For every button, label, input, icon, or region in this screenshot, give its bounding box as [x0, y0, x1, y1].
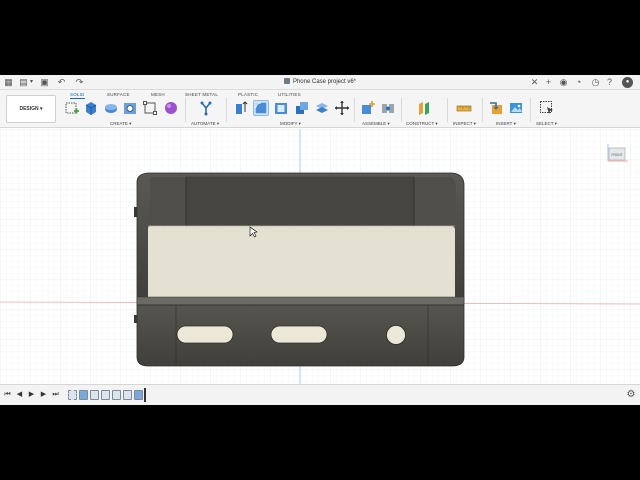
tab-sheet-metal[interactable]: SHEET METAL	[185, 92, 218, 97]
button-cutout	[176, 325, 234, 344]
hole-icon[interactable]	[122, 100, 138, 116]
group-select[interactable]: SELECT ▾	[536, 121, 557, 127]
timeline-feature[interactable]	[90, 390, 99, 400]
port-cutout	[386, 325, 406, 345]
group-modify[interactable]: MODIFY ▾	[280, 121, 301, 127]
close-icon[interactable]: ✕	[529, 77, 540, 88]
group-create[interactable]: CREATE ▾	[110, 121, 131, 127]
toolbar-divider	[530, 98, 531, 122]
insert-derive-icon[interactable]	[488, 100, 504, 116]
revolve-icon[interactable]	[103, 100, 119, 116]
toolbar-divider	[226, 98, 227, 122]
measure-icon[interactable]	[456, 100, 472, 116]
move-icon[interactable]	[334, 100, 350, 116]
group-inspect[interactable]: INSPECT ▾	[453, 121, 476, 127]
press-pull-icon[interactable]	[233, 100, 249, 116]
group-assemble[interactable]: ASSEMBLE ▾	[362, 121, 390, 127]
skip-start-icon[interactable]: ⏮	[3, 390, 12, 400]
tab-solid[interactable]: SOLID	[70, 92, 85, 99]
shell-icon[interactable]	[273, 100, 289, 116]
tab-plastic[interactable]: PLASTIC	[238, 92, 258, 97]
view-cube-icon[interactable]	[606, 141, 628, 163]
form-icon[interactable]	[163, 100, 179, 116]
group-construct[interactable]: CONSTRUCT ▾	[406, 121, 438, 127]
document-cube-icon	[283, 78, 290, 84]
offset-plane-icon[interactable]	[416, 100, 432, 116]
job-status-icon[interactable]: ◔	[573, 77, 584, 88]
skip-end-icon[interactable]: ⏭	[51, 390, 60, 400]
group-insert[interactable]: INSERT ▾	[496, 121, 516, 127]
extrude-icon[interactable]	[83, 100, 99, 116]
create-sketch-icon[interactable]	[64, 100, 80, 116]
tab-mesh[interactable]: MESH	[151, 92, 165, 97]
insert-canvas-icon[interactable]	[508, 100, 524, 116]
automate-icon[interactable]	[198, 100, 214, 116]
joint-icon[interactable]	[380, 100, 396, 116]
view-cube-face-label[interactable]: FRONT	[609, 153, 625, 157]
combine-icon[interactable]	[294, 100, 310, 116]
group-automate[interactable]: AUTOMATE ▾	[191, 121, 219, 127]
toolbar-divider	[401, 98, 402, 122]
phone-case-model[interactable]	[134, 172, 465, 367]
viewport-grid	[0, 129, 640, 384]
title-bar: ▦ ▤ ▾ ▣ ↶ ↷ Phone Case project v6* ✕ + ◉…	[0, 75, 640, 90]
gear-icon[interactable]: ⚙	[625, 389, 637, 401]
timeline-marker[interactable]	[144, 388, 146, 402]
offset-face-icon[interactable]	[314, 100, 330, 116]
timeline-feature[interactable]	[101, 390, 110, 400]
timeline-feature[interactable]	[68, 390, 77, 400]
add-tab-icon[interactable]: +	[543, 77, 554, 88]
notifications-icon[interactable]: ◷	[590, 77, 601, 88]
timeline-feature[interactable]	[123, 390, 132, 400]
toolbar-divider	[354, 98, 355, 122]
toolbar-divider	[185, 98, 186, 122]
new-component-icon[interactable]	[360, 100, 376, 116]
help-icon[interactable]: ?	[604, 77, 615, 88]
timeline-feature[interactable]	[134, 390, 143, 400]
toolbar: DESIGN ▾ SOLID SURFACE MESH SHEET METAL …	[0, 90, 640, 128]
toolbar-divider	[447, 98, 448, 122]
document-title-text: Phone Case project v6*	[292, 79, 357, 85]
tab-surface[interactable]: SURFACE	[107, 92, 130, 97]
button-cutout	[270, 325, 328, 344]
viewport-canvas[interactable]: FRONT	[0, 129, 640, 384]
profile-icon[interactable]: ●	[622, 77, 633, 88]
tab-utilities[interactable]: UTILITIES	[278, 92, 301, 97]
play-icon[interactable]: ▶	[27, 390, 36, 400]
select-icon[interactable]	[539, 100, 555, 116]
extensions-icon[interactable]: ◉	[558, 77, 569, 88]
workspace-button[interactable]: DESIGN ▾	[6, 95, 56, 123]
timeline-feature[interactable]	[79, 390, 88, 400]
toolbar-divider	[482, 98, 483, 122]
timeline-feature[interactable]	[112, 390, 121, 400]
fillet-icon[interactable]	[253, 100, 269, 116]
sketch-box-icon[interactable]	[142, 100, 158, 116]
step-forward-icon[interactable]: ▶	[39, 390, 48, 400]
fusion-window: ▦ ▤ ▾ ▣ ↶ ↷ Phone Case project v6* ✕ + ◉…	[0, 75, 640, 405]
step-back-icon[interactable]: ◀	[15, 390, 24, 400]
view-cube[interactable]: FRONT	[606, 141, 628, 163]
timeline-bar: ⏮ ◀ ▶ ▶ ⏭ ⚙	[0, 384, 640, 405]
